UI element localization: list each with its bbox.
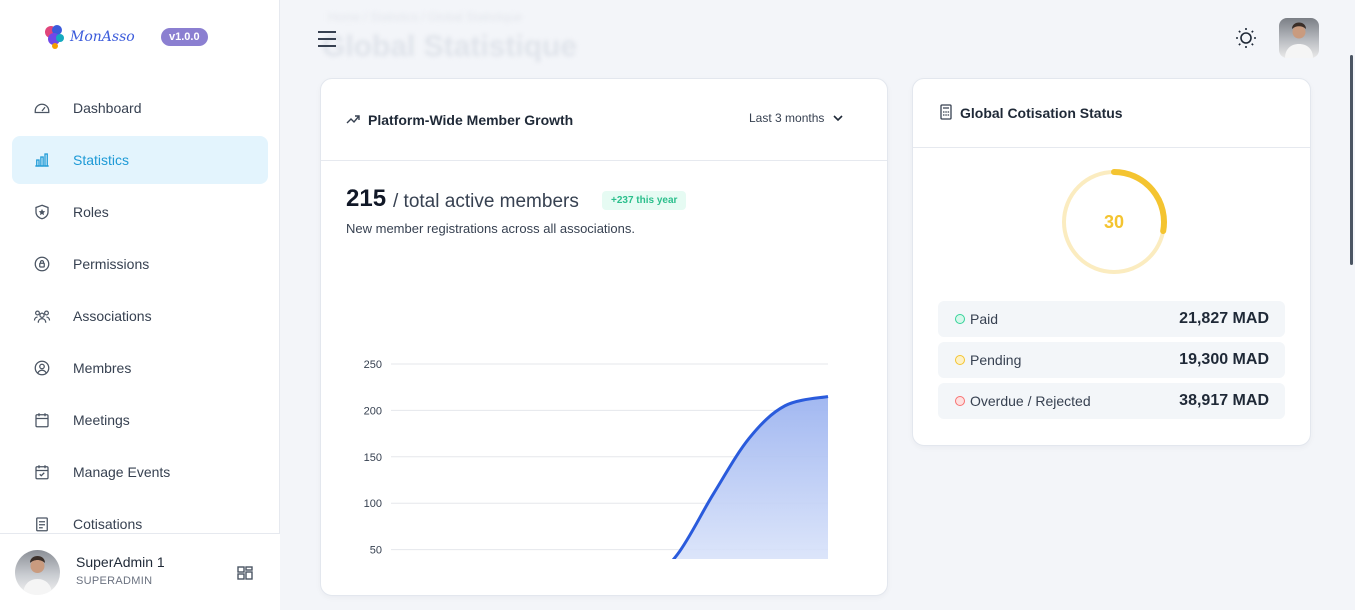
sidebar-item-label: Statistics: [73, 152, 130, 168]
sidebar-item-dashboard[interactable]: Dashboard: [12, 84, 268, 132]
sidebar-item-permissions[interactable]: Permissions: [12, 240, 268, 288]
sidebar-item-associations[interactable]: Associations: [12, 292, 268, 340]
status-row-paid: Paid 21,827 MAD: [938, 301, 1285, 337]
sidebar-item-label: Meetings: [73, 412, 130, 428]
member-growth-card: Platform-Wide Member Growth Last 3 month…: [320, 78, 888, 596]
sidebar-item-label: Cotisations: [73, 516, 143, 532]
status-amount: 21,827 MAD: [1179, 310, 1269, 327]
status-amount: 38,917 MAD: [1179, 392, 1269, 409]
layout-switch-icon[interactable]: [236, 564, 254, 582]
area-fill: [673, 396, 828, 559]
range-label: Last 3 months: [749, 111, 825, 125]
status-row-pending: Pending 19,300 MAD: [938, 342, 1285, 378]
status-dot: [955, 396, 965, 406]
status-label: Pending: [970, 352, 1022, 368]
sidebar-item-meetings[interactable]: Meetings: [12, 396, 268, 444]
status-row-overdue: Overdue / Rejected 38,917 MAD: [938, 383, 1285, 419]
sidebar-item-roles[interactable]: Roles: [12, 188, 268, 236]
bar-chart-icon: [32, 150, 52, 170]
card-title: Global Cotisation Status: [960, 105, 1123, 121]
logo-icon: [45, 25, 64, 49]
calculator-icon: [940, 104, 952, 120]
trending-up-icon: [346, 115, 360, 124]
status-label: Paid: [970, 311, 999, 327]
chevron-down-icon: [833, 115, 843, 122]
user-circle-icon: [32, 358, 52, 378]
brand-logo[interactable]: MonAsso: [42, 22, 135, 52]
page-title: Global Statistique: [322, 30, 578, 63]
y-tick-label: 200: [364, 405, 382, 417]
range-dropdown[interactable]: Last 3 months: [749, 111, 844, 125]
avatar[interactable]: [15, 550, 60, 595]
brand-name: MonAsso: [70, 29, 135, 45]
sidebar-item-label: Dashboard: [73, 100, 142, 116]
shield-star-icon: [32, 202, 52, 222]
scrollbar[interactable]: [1350, 55, 1353, 265]
sidebar-item-label: Manage Events: [73, 464, 171, 480]
status-amount: 19,300 MAD: [1179, 351, 1269, 368]
status-label: Overdue / Rejected: [970, 393, 1091, 409]
cotisation-gauge: 30: [1062, 169, 1167, 274]
total-members-label: / total active members: [393, 191, 579, 212]
sidebar-item-label: Permissions: [73, 256, 150, 272]
calendar-icon: [32, 410, 52, 430]
sidebar-item-label: Roles: [73, 204, 109, 220]
sidebar-item-membres[interactable]: Membres: [12, 344, 268, 392]
member-growth-chart: 050100150200250May 2025Jun 2025Jul 2025: [364, 359, 829, 559]
y-tick-label: 150: [364, 452, 382, 464]
user-role: SUPERADMIN: [76, 575, 153, 587]
receipt-icon: [32, 514, 52, 534]
gauge-icon: [32, 98, 52, 118]
sidebar: MonAsso v1.0.0 Dashboard Statistics Role…: [0, 0, 280, 610]
y-tick-label: 250: [364, 359, 382, 371]
version-badge: v1.0.0: [161, 28, 208, 46]
sidebar-item-label: Membres: [73, 360, 132, 376]
sidebar-nav: Dashboard Statistics Roles Permissions A…: [12, 84, 268, 552]
y-tick-label: 50: [370, 545, 382, 557]
card-title: Platform-Wide Member Growth: [368, 112, 574, 128]
users-icon: [32, 306, 52, 326]
sidebar-item-manage-events[interactable]: Manage Events: [12, 448, 268, 496]
growth-badge: +237 this year: [602, 191, 687, 210]
sidebar-item-label: Associations: [73, 308, 152, 324]
sun-icon[interactable]: [1234, 26, 1258, 50]
gauge-value: 30: [1104, 212, 1124, 232]
menu-toggle-icon[interactable]: [317, 30, 337, 48]
cotisation-status-card: Global Cotisation Status 30 Paid 21,827 …: [912, 78, 1311, 446]
y-tick-label: 100: [364, 498, 382, 510]
status-dot: [955, 355, 965, 365]
calendar-check-icon: [32, 462, 52, 482]
current-user: SuperAdmin 1 SUPERADMIN: [0, 533, 280, 610]
status-dot: [955, 314, 965, 324]
lock-icon: [32, 254, 52, 274]
card-header: Global Cotisation Status: [913, 79, 1310, 148]
header-avatar[interactable]: [1279, 18, 1319, 58]
card-header: Platform-Wide Member Growth Last 3 month…: [321, 79, 887, 161]
chart-description: New member registrations across all asso…: [346, 221, 635, 236]
total-members-value: 215: [346, 185, 387, 212]
sidebar-item-statistics[interactable]: Statistics: [12, 136, 268, 184]
breadcrumb: Home / Statistics / Global Statistique: [328, 10, 523, 24]
user-name: SuperAdmin 1: [76, 554, 165, 570]
